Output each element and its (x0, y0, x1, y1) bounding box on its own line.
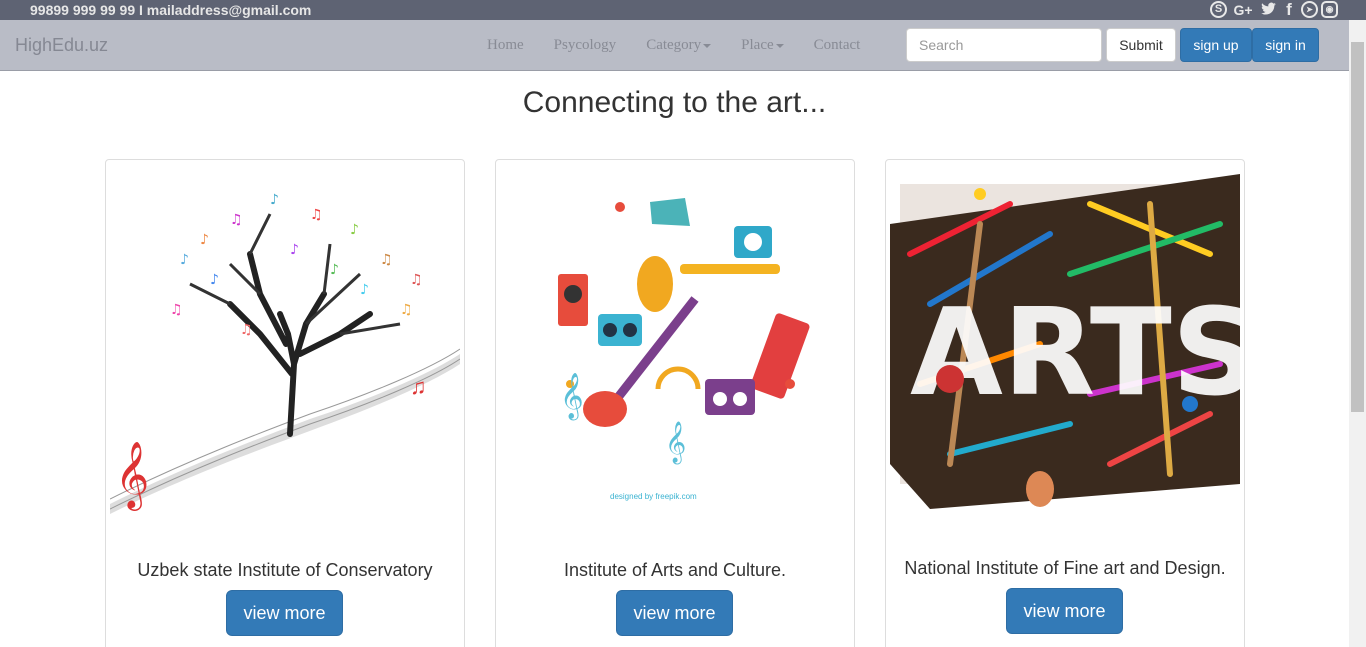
sign-in-button[interactable]: sign in (1252, 28, 1319, 62)
nav-item-category[interactable]: Category (646, 37, 712, 54)
nav-item-home[interactable]: Home (487, 37, 524, 54)
svg-text:♪: ♪ (270, 192, 279, 208)
search-input[interactable] (906, 28, 1102, 62)
svg-text:♫: ♫ (170, 302, 183, 318)
top-contact-bar: 99899 999 99 99 I mailaddress@gmail.com … (0, 0, 1366, 20)
arts-supplies-image: ARTS (890, 164, 1240, 516)
svg-text:♫: ♫ (380, 252, 393, 268)
svg-text:♪: ♪ (200, 232, 209, 248)
submit-button[interactable]: Submit (1106, 28, 1176, 62)
institute-card: 𝄞 𝄞 designed by freepik.com Institute of… (495, 159, 855, 647)
svg-text:♪: ♪ (350, 222, 359, 238)
page-title: Connecting to the art... (522, 86, 827, 119)
institute-card: ARTS National Institute of Fine art and … (885, 159, 1245, 647)
nav-item-psycology[interactable]: Psycology (554, 37, 617, 54)
nav-menu: Home Psycology Category Place Contact (472, 37, 875, 54)
brand-logo[interactable]: HighEdu.uz (15, 35, 108, 56)
card-title: National Institute of Fine art and Desig… (904, 558, 1226, 578)
svg-text:♫: ♫ (240, 322, 253, 338)
card-title: Uzbek state Institute of Conservatory (137, 560, 433, 580)
musical-instruments-image: 𝄞 𝄞 designed by freepik.com (500, 164, 850, 516)
image-credit: designed by freepik.com (610, 492, 697, 501)
google-plus-icon[interactable]: G+ (1230, 1, 1256, 19)
chevron-down-icon (703, 43, 712, 48)
svg-text:♫: ♫ (400, 302, 413, 318)
svg-text:♪: ♪ (180, 252, 189, 268)
svg-text:♪: ♪ (330, 262, 339, 278)
svg-text:♪: ♪ (210, 272, 219, 288)
nav-item-contact[interactable]: Contact (814, 37, 861, 54)
scrollbar-thumb[interactable] (1351, 42, 1364, 412)
svg-text:♪: ♪ (360, 282, 369, 298)
music-tree-image: ♪ ♫ ♪ ♫ ♪ ♫ ♪ ♫ ♪ ♫ ♪ ♫ ♪ ♫ ♪ 𝄞 ♫ (110, 164, 460, 516)
card-title: Institute of Arts and Culture. (563, 560, 787, 580)
sign-up-button[interactable]: sign up (1180, 28, 1252, 62)
svg-text:𝄞: 𝄞 (665, 421, 686, 464)
svg-text:♪: ♪ (290, 242, 299, 258)
contact-info: 99899 999 99 99 I mailaddress@gmail.com (30, 2, 312, 18)
view-more-button[interactable]: view more (226, 590, 343, 636)
nav-item-place[interactable]: Place (741, 37, 784, 54)
svg-text:𝄞: 𝄞 (560, 373, 584, 421)
view-more-button[interactable]: view more (1006, 588, 1123, 634)
svg-text:♫: ♫ (410, 374, 427, 399)
nav-item-place-label: Place (741, 37, 774, 53)
svg-text:♫: ♫ (310, 207, 323, 223)
svg-text:𝄞: 𝄞 (115, 440, 149, 511)
facebook-icon[interactable]: f (1280, 1, 1298, 19)
svg-text:♫: ♫ (230, 212, 243, 228)
view-more-button[interactable]: view more (616, 590, 733, 636)
main-navbar: HighEdu.uz Home Psycology Category Place… (0, 20, 1366, 71)
nav-item-category-label: Category (646, 37, 702, 53)
telegram-icon[interactable]: ➤ (1301, 1, 1318, 18)
twitter-icon[interactable] (1259, 1, 1277, 19)
social-links: S G+ f ➤ ◉ (1210, 1, 1338, 19)
page-scrollbar[interactable] (1349, 20, 1366, 647)
chevron-down-icon (775, 43, 784, 48)
svg-text:♫: ♫ (410, 272, 423, 288)
institute-card: ♪ ♫ ♪ ♫ ♪ ♫ ♪ ♫ ♪ ♫ ♪ ♫ ♪ ♫ ♪ 𝄞 ♫ Uzbek state Inst… (105, 159, 465, 647)
skype-icon[interactable]: S (1210, 1, 1227, 18)
instagram-icon[interactable]: ◉ (1321, 1, 1338, 18)
